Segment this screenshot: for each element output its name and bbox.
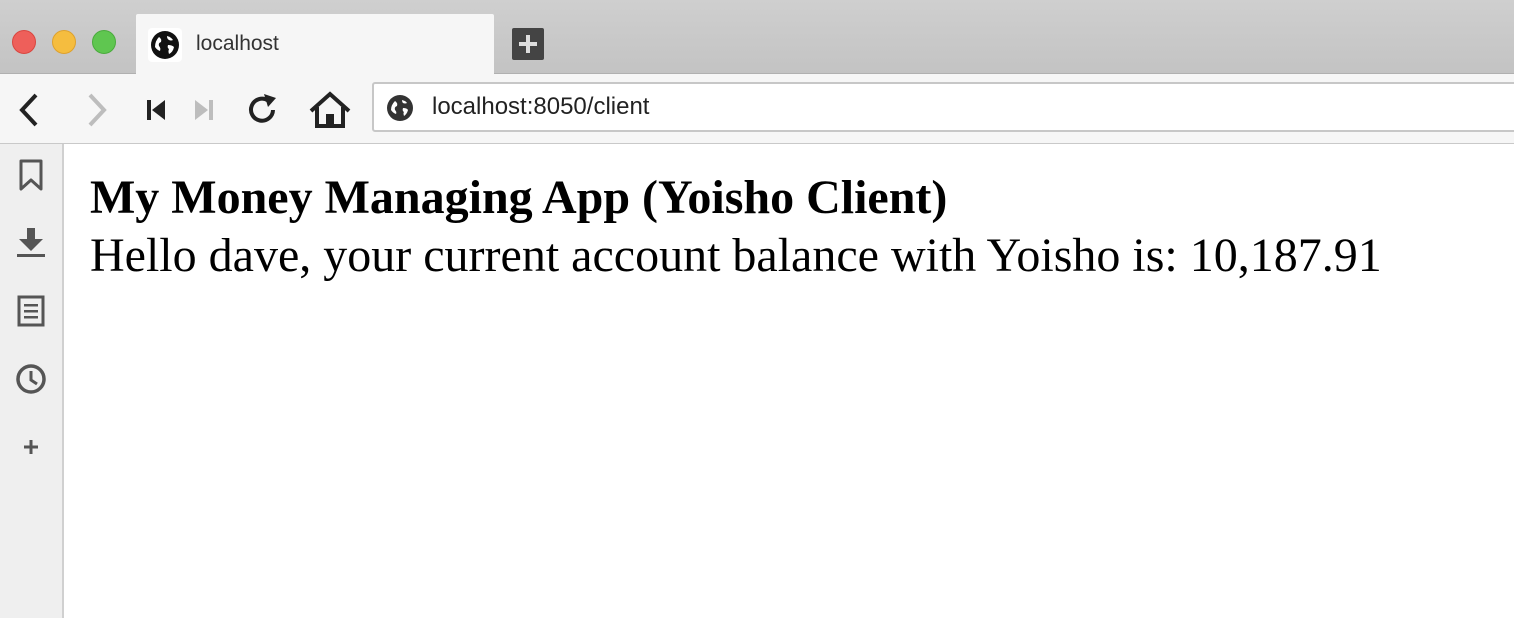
home-icon bbox=[309, 91, 351, 128]
sidebar bbox=[0, 144, 64, 618]
tab-title: localhost bbox=[196, 32, 279, 55]
home-button[interactable] bbox=[308, 90, 351, 130]
reload-icon bbox=[249, 94, 276, 123]
skip-forward-icon bbox=[195, 100, 213, 120]
globe-icon bbox=[386, 94, 414, 122]
new-tab-button[interactable] bbox=[512, 28, 544, 60]
add-panel-button[interactable] bbox=[14, 430, 48, 464]
rewind-button[interactable] bbox=[136, 90, 176, 130]
notes-icon bbox=[17, 295, 45, 327]
forward-icon bbox=[88, 93, 107, 127]
url-input[interactable] bbox=[432, 91, 1432, 123]
page-title: My Money Managing App (Yoisho Client) bbox=[90, 171, 948, 224]
plus-icon bbox=[519, 35, 537, 53]
address-bar[interactable] bbox=[372, 82, 1514, 132]
bookmarks-button[interactable] bbox=[14, 158, 48, 192]
page-content: My Money Managing App (Yoisho Client) He… bbox=[64, 144, 1514, 618]
notes-button[interactable] bbox=[14, 294, 48, 328]
downloads-button[interactable] bbox=[14, 226, 48, 260]
back-button[interactable] bbox=[10, 90, 50, 130]
skip-back-icon bbox=[147, 100, 165, 120]
title-bar: localhost bbox=[0, 0, 1514, 75]
back-icon bbox=[19, 93, 38, 127]
navigation-toolbar bbox=[0, 74, 1514, 144]
forward-button[interactable] bbox=[78, 90, 118, 130]
window-minimize-button[interactable] bbox=[52, 30, 76, 54]
browser-tab[interactable]: localhost bbox=[136, 14, 494, 75]
bookmark-icon bbox=[19, 159, 43, 191]
window-close-button[interactable] bbox=[12, 30, 36, 54]
history-icon bbox=[16, 364, 46, 394]
download-icon bbox=[17, 228, 45, 257]
history-button[interactable] bbox=[14, 362, 48, 396]
plus-icon bbox=[24, 440, 38, 454]
reload-button[interactable] bbox=[242, 90, 282, 130]
balance-message: Hello dave, your current account balance… bbox=[90, 229, 1382, 282]
fast-forward-button[interactable] bbox=[184, 90, 224, 130]
globe-icon bbox=[148, 28, 182, 62]
window-maximize-button[interactable] bbox=[92, 30, 116, 54]
